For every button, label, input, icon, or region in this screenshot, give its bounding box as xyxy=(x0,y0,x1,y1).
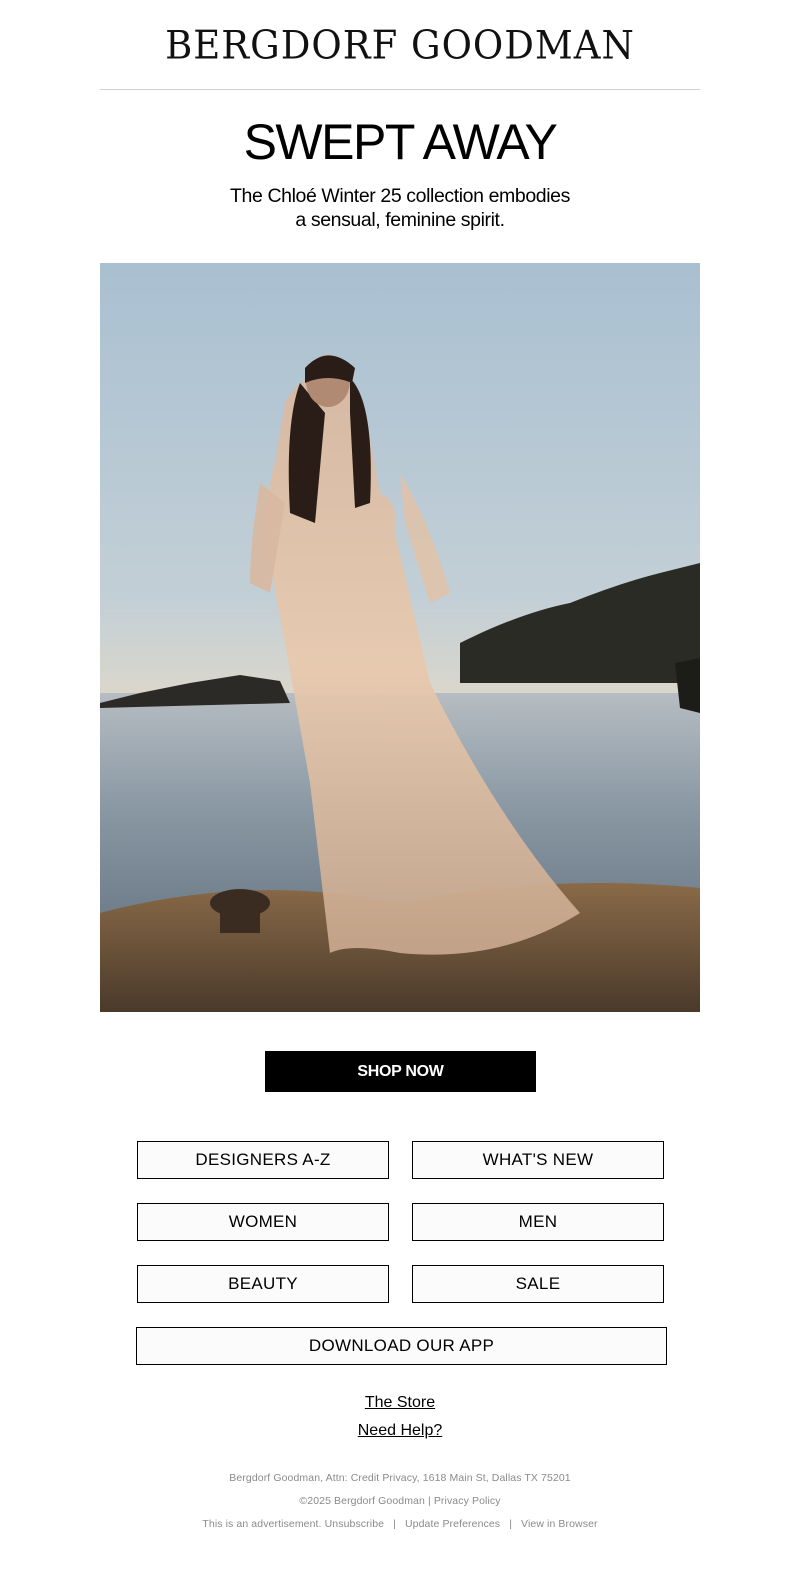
shop-now-button[interactable]: SHOP NOW xyxy=(265,1051,536,1092)
footer-links-row: This is an advertisement. Unsubscribe | … xyxy=(0,1518,800,1530)
beauty-button[interactable]: BEAUTY xyxy=(137,1265,389,1303)
need-help-link[interactable]: Need Help? xyxy=(358,1422,443,1439)
unsubscribe-link[interactable]: Unsubscribe xyxy=(325,1518,384,1530)
footer-separator: | xyxy=(393,1518,396,1530)
headline: SWEPT AWAY xyxy=(243,114,558,170)
view-in-browser-link[interactable]: View in Browser xyxy=(521,1518,598,1530)
footer-copyright: ©2025 Bergdorf Goodman xyxy=(299,1495,425,1507)
women-button[interactable]: WOMEN xyxy=(137,1203,389,1241)
footer-copyright-row: ©2025 Bergdorf Goodman | Privacy Policy xyxy=(0,1495,800,1507)
brand-logo[interactable]: BERGDORF GOODMAN xyxy=(0,23,800,68)
subheadline-line-1: The Chloé Winter 25 collection embodies xyxy=(230,185,570,207)
subheadline-line-2: a sensual, feminine spirit. xyxy=(295,209,505,231)
men-button[interactable]: MEN xyxy=(412,1203,664,1241)
download-app-button[interactable]: DOWNLOAD OUR APP xyxy=(136,1327,667,1365)
the-store-link[interactable]: The Store xyxy=(365,1394,435,1411)
footer-address: Bergdorf Goodman, Attn: Credit Privacy, … xyxy=(229,1472,571,1484)
footer-advert-text: This is an advertisement. xyxy=(202,1518,322,1530)
header-divider xyxy=(100,89,700,90)
update-preferences-link[interactable]: Update Preferences xyxy=(405,1518,500,1530)
sale-button[interactable]: SALE xyxy=(412,1265,664,1303)
the-store-link-row: The Store xyxy=(0,1394,800,1412)
designers-a-z-button[interactable]: DESIGNERS A-Z xyxy=(137,1141,389,1179)
hero-photo-illustration xyxy=(100,263,700,1012)
hero-image[interactable] xyxy=(100,263,700,1012)
whats-new-button[interactable]: WHAT'S NEW xyxy=(412,1141,664,1179)
privacy-policy-link[interactable]: Privacy Policy xyxy=(434,1495,501,1507)
need-help-link-row: Need Help? xyxy=(0,1422,800,1440)
footer-separator: | xyxy=(509,1518,513,1530)
subheadline: The Chloé Winter 25 collection embodies … xyxy=(0,184,800,232)
